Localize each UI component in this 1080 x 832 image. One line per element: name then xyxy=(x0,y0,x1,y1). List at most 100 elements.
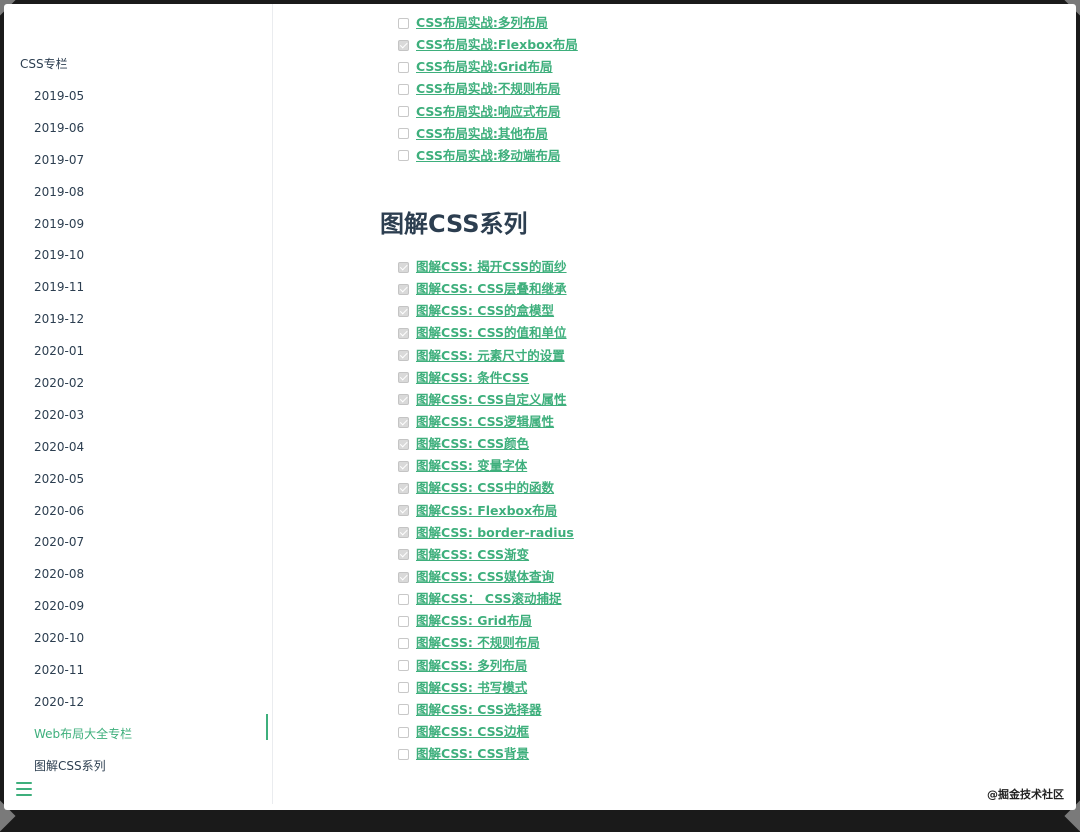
checked-checkbox-icon xyxy=(398,571,409,583)
checked-checkbox-icon xyxy=(398,350,409,362)
unchecked-checkbox-icon xyxy=(398,726,409,738)
task-link[interactable]: 图解CSS: CSS的盒模型 xyxy=(416,303,554,319)
task-link[interactable]: 图解CSS: CSS层叠和继承 xyxy=(416,281,567,297)
task-item: CSS布局实战:响应式布局 xyxy=(398,101,578,123)
task-link[interactable]: 图解CSS: border-radius xyxy=(416,525,574,541)
sidebar-item[interactable]: 2020-12 xyxy=(4,694,272,726)
unchecked-checkbox-icon xyxy=(398,682,409,694)
task-item: 图解CSS: 元素尺寸的设置 xyxy=(398,345,574,367)
task-item: 图解CSS: 条件CSS xyxy=(398,367,574,389)
task-link[interactable]: 图解CSS: CSS背景 xyxy=(416,746,529,762)
sidebar-item[interactable]: 2019-09 xyxy=(4,216,272,248)
task-link[interactable]: 图解CSS: 条件CSS xyxy=(416,370,529,386)
task-link[interactable]: 图解CSS: CSS边框 xyxy=(416,724,529,740)
watermark: @掘金技术社区 xyxy=(987,788,1064,801)
unchecked-checkbox-icon xyxy=(398,615,409,627)
sidebar-item[interactable]: 2019-05 xyxy=(4,88,272,120)
checked-checkbox-icon xyxy=(398,527,409,539)
sidebar-list: 2019-05 2019-06 2019-07 2019-08 2019-09 2019-… xyxy=(4,88,272,790)
task-link[interactable]: 图解CSS: CSS媒体查询 xyxy=(416,569,554,585)
task-item: 图解CSS: CSS中的函数 xyxy=(398,477,574,499)
sidebar-item[interactable]: 2020-02 xyxy=(4,375,272,407)
task-link[interactable]: 图解CSS: 书写模式 xyxy=(416,680,527,696)
unchecked-checkbox-icon xyxy=(398,748,409,760)
task-link[interactable]: 图解CSS: CSS中的函数 xyxy=(416,480,554,496)
unchecked-checkbox-icon xyxy=(398,704,409,716)
checked-checkbox-icon xyxy=(398,438,409,450)
task-link[interactable]: 图解CSS: 不规则布局 xyxy=(416,635,540,651)
unchecked-checkbox-icon xyxy=(398,61,409,73)
sidebar-item[interactable]: 2020-05 xyxy=(4,471,272,503)
task-link[interactable]: 图解CSS: 揭开CSS的面纱 xyxy=(416,259,567,275)
sidebar-item[interactable]: 2019-06 xyxy=(4,120,272,152)
task-link[interactable]: 图解CSS: CSS颜色 xyxy=(416,436,529,452)
checked-checkbox-icon xyxy=(398,482,409,494)
sidebar-item[interactable]: 2020-09 xyxy=(4,598,272,630)
task-item: 图解CSS: 揭开CSS的面纱 xyxy=(398,256,574,278)
checked-checkbox-icon xyxy=(398,549,409,561)
sidebar-item[interactable]: 2020-03 xyxy=(4,407,272,439)
checked-checkbox-icon xyxy=(398,327,409,339)
task-link[interactable]: CSS布局实战:不规则布局 xyxy=(416,81,560,97)
layout-task-list: CSS布局实战:多列布局 CSS布局实战:Flexbox布局 CSS布局实战:Gri… xyxy=(398,12,578,167)
sidebar-item[interactable]: 2019-08 xyxy=(4,184,272,216)
section-heading: 图解CSS系列 xyxy=(380,210,528,238)
task-item: 图解CSS: Grid布局 xyxy=(398,610,574,632)
sidebar-item[interactable]: 2019-12 xyxy=(4,311,272,343)
checked-checkbox-icon xyxy=(398,460,409,472)
sidebar-item[interactable]: 2019-10 xyxy=(4,247,272,279)
task-link[interactable]: CSS布局实战:Grid布局 xyxy=(416,59,553,75)
sidebar-item[interactable]: 2019-07 xyxy=(4,152,272,184)
task-item: 图解CSS: CSS层叠和继承 xyxy=(398,278,574,300)
sidebar-item[interactable]: 2020-10 xyxy=(4,630,272,662)
task-link[interactable]: 图解CSS: CSS渐变 xyxy=(416,547,529,563)
task-item: 图解CSS: border-radius xyxy=(398,522,574,544)
task-link[interactable]: 图解CSS: Flexbox布局 xyxy=(416,503,557,519)
unchecked-checkbox-icon xyxy=(398,660,409,672)
unchecked-checkbox-icon xyxy=(398,637,409,649)
checked-checkbox-icon xyxy=(398,372,409,384)
task-link[interactable]: 图解CSS: CSS逻辑属性 xyxy=(416,414,554,430)
task-link[interactable]: 图解CSS: CSS选择器 xyxy=(416,702,542,718)
checked-checkbox-icon xyxy=(398,39,409,51)
task-item: 图解CSS: 变量字体 xyxy=(398,455,574,477)
task-item: 图解CSS: CSS选择器 xyxy=(398,699,574,721)
sidebar-item[interactable]: 2020-11 xyxy=(4,662,272,694)
sidebar-item[interactable]: 2020-07 xyxy=(4,534,272,566)
task-link[interactable]: 图解CSS: CSS的值和单位 xyxy=(416,325,567,341)
page-frame: CSS专栏 2019-05 2019-06 2019-07 2019-08 2019-0… xyxy=(4,4,1076,810)
task-link[interactable]: CSS布局实战:响应式布局 xyxy=(416,104,560,120)
hamburger-menu-icon[interactable] xyxy=(16,782,32,796)
task-item: 图解CSS: CSS边框 xyxy=(398,721,574,743)
task-link[interactable]: 图解CSS: Grid布局 xyxy=(416,613,532,629)
sidebar-item[interactable]: 图解CSS系列 xyxy=(4,758,272,790)
task-link[interactable]: 图解CSS: CSS自定义属性 xyxy=(416,392,567,408)
task-link[interactable]: 图解CSS: 变量字体 xyxy=(416,458,527,474)
task-item: CSS布局实战:Flexbox布局 xyxy=(398,34,578,56)
task-item: 图解CSS: 不规则布局 xyxy=(398,632,574,654)
sidebar-section-title[interactable]: CSS专栏 xyxy=(20,56,68,72)
unchecked-checkbox-icon xyxy=(398,17,409,29)
task-item: 图解CSS: Flexbox布局 xyxy=(398,500,574,522)
task-item: 图解CSS: CSS颜色 xyxy=(398,433,574,455)
sidebar-item[interactable]: Web布局大全专栏 xyxy=(4,713,272,758)
task-item: 图解CSS: 多列布局 xyxy=(398,655,574,677)
task-item: 图解CSS: CSS的盒模型 xyxy=(398,300,574,322)
sidebar-item[interactable]: 2019-11 xyxy=(4,279,272,311)
checked-checkbox-icon xyxy=(398,394,409,406)
sidebar-item[interactable]: 2020-08 xyxy=(4,566,272,598)
task-link[interactable]: CSS布局实战:Flexbox布局 xyxy=(416,37,578,53)
checked-checkbox-icon xyxy=(398,416,409,428)
sidebar-item[interactable]: 2020-01 xyxy=(4,343,272,375)
unchecked-checkbox-icon xyxy=(398,150,409,162)
task-link[interactable]: CSS布局实战:多列布局 xyxy=(416,15,548,31)
task-item: 图解CSS: CSS逻辑属性 xyxy=(398,411,574,433)
task-link[interactable]: 图解CSS： CSS滚动捕捉 xyxy=(416,591,562,607)
task-link[interactable]: 图解CSS: 元素尺寸的设置 xyxy=(416,348,565,364)
task-link[interactable]: 图解CSS: 多列布局 xyxy=(416,658,527,674)
task-link[interactable]: CSS布局实战:移动端布局 xyxy=(416,148,560,164)
task-link[interactable]: CSS布局实战:其他布局 xyxy=(416,126,548,142)
sidebar-item[interactable]: 2020-06 xyxy=(4,503,272,535)
sidebar-item[interactable]: 2020-04 xyxy=(4,439,272,471)
checked-checkbox-icon xyxy=(398,261,409,273)
